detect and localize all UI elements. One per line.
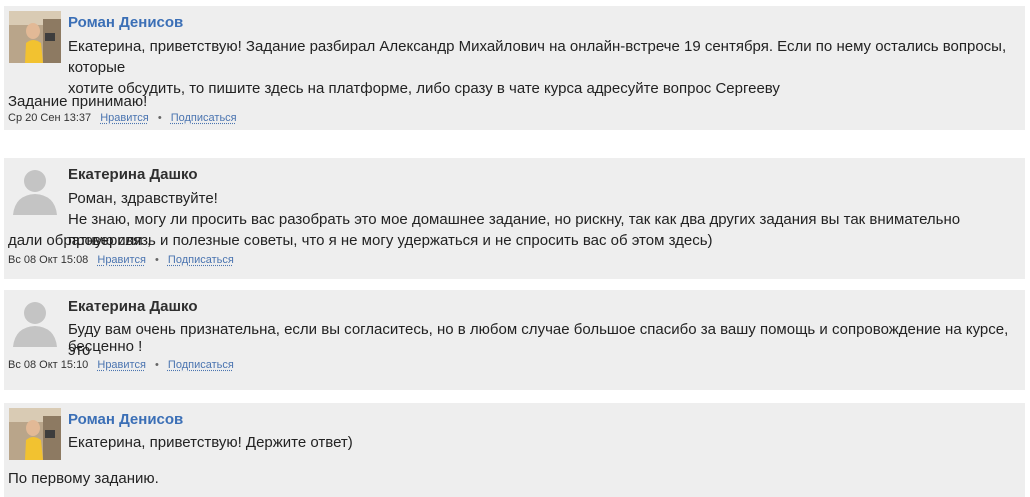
comment-meta: Вс 08 Окт 15:10 Нравится • Подписаться	[8, 359, 234, 371]
default-user-avatar-icon[interactable]	[9, 295, 61, 347]
comment-date: Вс 08 Окт 15:10	[8, 359, 89, 371]
comment-line: Роман, здравствуйте!	[68, 190, 218, 207]
subscribe-link[interactable]: Подписаться	[171, 112, 237, 124]
comment-card: Екатерина Дашко Роман, здравствуйте! Не …	[4, 158, 1025, 279]
comment-extra-text: По первому заданию.	[8, 470, 159, 487]
user-photo-icon[interactable]	[9, 408, 61, 460]
comment-date: Вс 08 Окт 15:08	[8, 254, 89, 266]
comment-card: Екатерина Дашко Буду вам очень признател…	[4, 290, 1025, 390]
separator-dot: •	[154, 254, 159, 266]
user-photo-icon[interactable]	[9, 11, 61, 63]
comment-extra-text: Задание принимаю!	[8, 93, 148, 110]
subscribe-link[interactable]: Подписаться	[168, 254, 234, 266]
comment-card: Роман Денисов Екатерина, приветствую! За…	[4, 6, 1025, 130]
like-link[interactable]: Нравится	[100, 112, 149, 124]
comment-line: Екатерина, приветствую! Задание разбирал…	[68, 38, 1007, 76]
default-user-avatar-icon[interactable]	[9, 163, 61, 215]
comment-text: Екатерина, приветствую! Задание разбирал…	[68, 36, 1013, 99]
author-name-link[interactable]: Екатерина Дашко	[68, 298, 198, 315]
author-name-link[interactable]: Роман Денисов	[68, 14, 183, 31]
comment-line: Екатерина, приветствую! Держите ответ)	[68, 434, 353, 451]
comment-meta: Вс 08 Окт 15:08 Нравится • Подписаться	[8, 254, 234, 266]
comment-date: Ср 20 Сен 13:37	[8, 112, 92, 124]
like-link[interactable]: Нравится	[97, 254, 146, 266]
comment-text-continued: дали обратную связь и полезные советы, ч…	[8, 232, 713, 249]
comment-meta: Ср 20 Сен 13:37 Нравится • Подписаться	[8, 112, 237, 124]
author-name-link[interactable]: Екатерина Дашко	[68, 166, 198, 183]
author-name-link[interactable]: Роман Денисов	[68, 411, 183, 428]
separator-dot: •	[157, 112, 162, 124]
like-link[interactable]: Нравится	[97, 359, 146, 371]
subscribe-link[interactable]: Подписаться	[168, 359, 234, 371]
comment-card: Роман Денисов Екатерина, приветствую! Де…	[4, 403, 1025, 497]
comment-text-continued: бесценно !	[68, 338, 143, 355]
separator-dot: •	[154, 359, 159, 371]
comment-text: Екатерина, приветствую! Держите ответ)	[68, 432, 1013, 453]
